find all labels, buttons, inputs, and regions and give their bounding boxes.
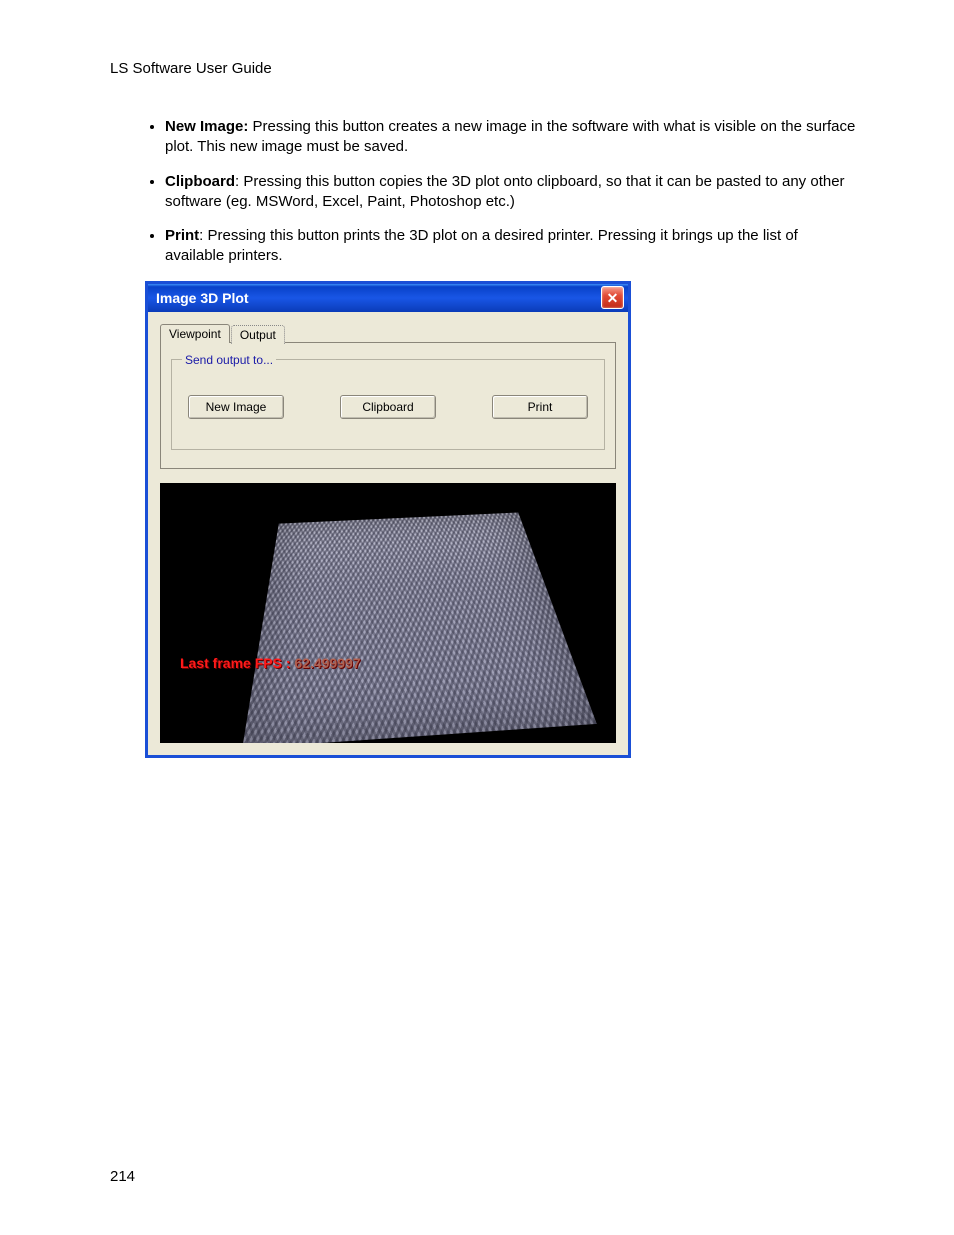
fps-label: Last frame FPS : xyxy=(180,655,290,671)
clipboard-button[interactable]: Clipboard xyxy=(340,395,436,419)
bullet-item: New Image: Pressing this button creates … xyxy=(165,117,859,158)
fps-overlay: Last frame FPS : 62.499997 xyxy=(180,655,361,671)
groupbox-send-output: Send output to... New Image Clipboard Pr… xyxy=(171,353,605,450)
tab-strip: Viewpoint Output xyxy=(160,324,616,343)
bullet-list: New Image: Pressing this button creates … xyxy=(110,117,859,267)
close-icon[interactable]: ✕ xyxy=(601,286,624,309)
title-bar[interactable]: Image 3D Plot ✕ xyxy=(148,284,628,312)
page-number: 214 xyxy=(110,1168,135,1185)
new-image-button[interactable]: New Image xyxy=(188,395,284,419)
fps-value: 62.499997 xyxy=(294,655,360,671)
tab-output[interactable]: Output xyxy=(231,325,285,344)
bullet-term: Print xyxy=(165,227,199,244)
groupbox-legend: Send output to... xyxy=(182,353,276,367)
dialog-window: Image 3D Plot ✕ Viewpoint Output Send ou… xyxy=(145,281,631,758)
bullet-item: Clipboard: Pressing this button copies t… xyxy=(165,172,859,213)
bullet-text: Pressing this button creates a new image… xyxy=(165,118,855,155)
bullet-text: : Pressing this button prints the 3D plo… xyxy=(165,227,798,264)
bullet-text: : Pressing this button copies the 3D plo… xyxy=(165,173,845,210)
bullet-term: New Image: xyxy=(165,118,248,135)
bullet-item: Print: Pressing this button prints the 3… xyxy=(165,226,859,267)
tab-panel-output: Send output to... New Image Clipboard Pr… xyxy=(160,342,616,469)
print-button[interactable]: Print xyxy=(492,395,588,419)
window-title: Image 3D Plot xyxy=(156,290,249,306)
plot-3d-viewport[interactable]: Last frame FPS : 62.499997 xyxy=(160,483,616,743)
document-header: LS Software User Guide xyxy=(110,60,859,77)
bullet-term: Clipboard xyxy=(165,173,235,190)
surface-plot xyxy=(242,512,597,743)
tab-viewpoint[interactable]: Viewpoint xyxy=(160,324,230,343)
